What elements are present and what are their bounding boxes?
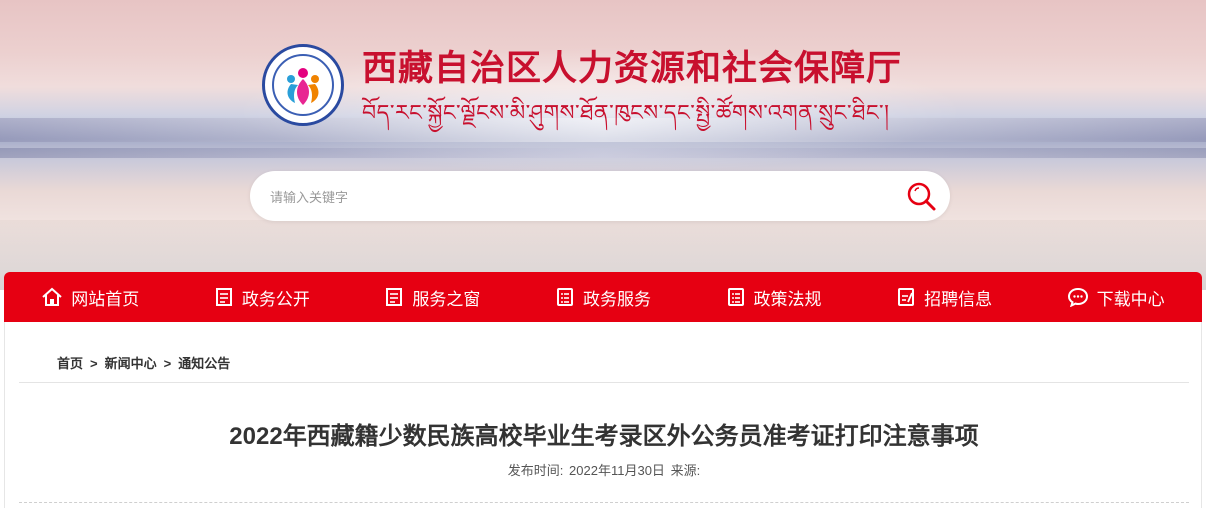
document-icon bbox=[215, 288, 232, 306]
nav-label: 下载中心 bbox=[1096, 289, 1165, 309]
breadcrumb-separator: > bbox=[163, 356, 172, 371]
search-input[interactable] bbox=[268, 183, 872, 211]
source-label: 来源: bbox=[670, 463, 701, 478]
site-title: 西藏自治区人力资源和社会保障厅 bbox=[362, 49, 903, 88]
breadcrumb-separator: > bbox=[90, 356, 98, 371]
emblem-figures-icon bbox=[287, 68, 319, 105]
nav-label: 招聘信息 bbox=[924, 289, 993, 309]
breadcrumb-divider bbox=[19, 382, 1189, 383]
main-nav: 网站首页 政务公开 服务之窗 政务服务 政策法规 招聘信息 下载中心 bbox=[4, 272, 1202, 322]
nav-item-policies[interactable]: 政策法规 bbox=[726, 285, 822, 310]
nav-item-home[interactable]: 网站首页 bbox=[41, 285, 139, 310]
nav-label: 网站首页 bbox=[71, 289, 140, 309]
nav-label: 服务之窗 bbox=[412, 289, 481, 309]
breadcrumb-home-link[interactable]: 首页 bbox=[57, 356, 83, 371]
nav-label: 政务公开 bbox=[241, 289, 310, 309]
article-title: 2022年西藏籍少数民族高校毕业生考录区外公务员准考证打印注意事项 bbox=[229, 423, 979, 450]
nav-item-downloads[interactable]: 下载中心 bbox=[1067, 285, 1165, 310]
nav-item-government-services[interactable]: 政务服务 bbox=[555, 285, 651, 310]
nav-item-recruitment[interactable]: 招聘信息 bbox=[896, 285, 992, 310]
list-icon bbox=[556, 288, 573, 306]
published-label: 发布时间: bbox=[507, 463, 564, 478]
home-icon bbox=[42, 287, 62, 306]
meta-divider bbox=[19, 502, 1189, 503]
nav-item-government-affairs[interactable]: 政务公开 bbox=[214, 285, 310, 310]
search-box bbox=[250, 171, 950, 221]
nav-label: 政策法规 bbox=[753, 289, 822, 309]
nav-item-service-window[interactable]: 服务之窗 bbox=[384, 285, 480, 310]
article-meta: 发布时间: 2022年11月30日 来源: bbox=[5, 460, 1203, 479]
content-panel: 首页 > 新闻中心 > 通知公告 2022年西藏籍少数民族高校毕业生考录区外公务员准考证… bbox=[4, 322, 1202, 508]
breadcrumb: 首页 > 新闻中心 > 通知公告 bbox=[57, 353, 230, 372]
chat-icon bbox=[1067, 287, 1088, 307]
header-banner: 西藏自治区人力资源和社会保障厅 བོད་རང་སྐྱོང་ལྗོངས་མི་ཤུ… bbox=[0, 0, 1206, 290]
site-subtitle-tibetan: བོད་རང་སྐྱོང་ལྗོངས་མི་ཤུགས་ཐོན་ཁུངས་དང་ས… bbox=[362, 101, 890, 126]
document-icon bbox=[386, 288, 403, 306]
department-emblem-icon[interactable] bbox=[262, 44, 344, 126]
edit-icon bbox=[898, 288, 915, 306]
list-icon bbox=[727, 288, 744, 306]
breadcrumb-news-link[interactable]: 新闻中心 bbox=[105, 356, 157, 371]
search-icon[interactable] bbox=[905, 180, 939, 214]
nav-label: 政务服务 bbox=[582, 289, 651, 309]
published-date: 2022年11月30日 bbox=[569, 463, 665, 478]
breadcrumb-notices-link[interactable]: 通知公告 bbox=[178, 356, 230, 371]
